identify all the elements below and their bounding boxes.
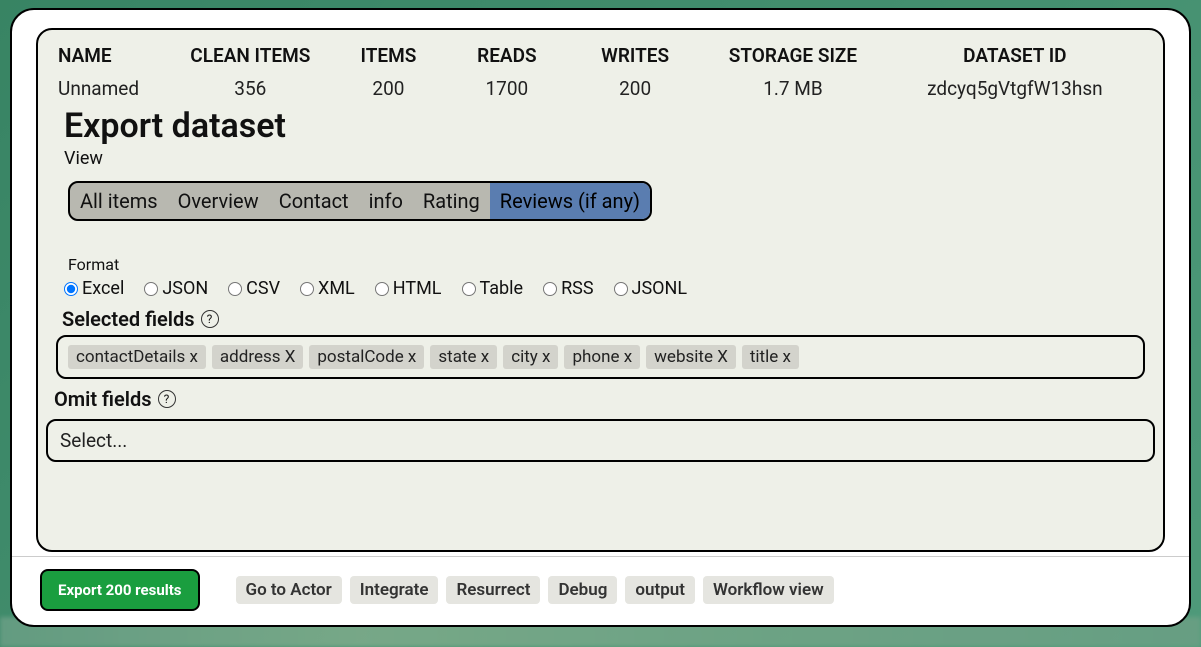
format-jsonl[interactable]: JSONL bbox=[614, 278, 688, 299]
stat-clean-value: 356 bbox=[234, 77, 266, 100]
modal-content: NAME Unnamed CLEAN ITEMS 356 ITEMS 200 R… bbox=[36, 28, 1165, 552]
stat-reads: READS 1700 bbox=[453, 44, 561, 100]
help-icon[interactable]: ? bbox=[158, 390, 176, 408]
format-rss[interactable]: RSS bbox=[543, 278, 593, 299]
omit-fields-label: Omit fields bbox=[54, 387, 152, 411]
tab-reviews[interactable]: Reviews (if any) bbox=[490, 183, 650, 219]
omit-fields-heading: Omit fields ? bbox=[54, 387, 1147, 411]
selected-fields-label: Selected fields bbox=[62, 307, 195, 331]
export-button[interactable]: Export 200 results bbox=[40, 569, 200, 611]
format-rss-label: RSS bbox=[561, 278, 593, 299]
stat-name-label: NAME bbox=[58, 44, 112, 67]
format-excel-label: Excel bbox=[82, 278, 124, 299]
format-json-label: JSON bbox=[162, 278, 208, 299]
format-label: Format bbox=[68, 255, 1147, 274]
workflow-view-button[interactable]: Workflow view bbox=[703, 576, 834, 604]
stat-items-label: ITEMS bbox=[361, 44, 417, 67]
format-jsonl-label: JSONL bbox=[632, 278, 688, 299]
stat-name: NAME Unnamed bbox=[58, 44, 166, 100]
view-tabs: All items Overview Contact info Rating R… bbox=[68, 181, 652, 221]
tab-overview[interactable]: Overview bbox=[168, 183, 269, 219]
integrate-button[interactable]: Integrate bbox=[350, 576, 439, 604]
selected-fields-input[interactable]: contactDetails x address X postalCode x … bbox=[56, 335, 1145, 379]
chip-website[interactable]: website X bbox=[646, 345, 736, 369]
format-excel[interactable]: Excel bbox=[64, 278, 124, 299]
footer-toolbar: Export 200 results Go to Actor Integrate… bbox=[12, 556, 1189, 625]
stat-clean: CLEAN ITEMS 356 bbox=[176, 44, 324, 100]
format-html-label: HTML bbox=[393, 278, 442, 299]
stats-row: NAME Unnamed CLEAN ITEMS 356 ITEMS 200 R… bbox=[54, 44, 1147, 100]
format-csv[interactable]: CSV bbox=[228, 278, 280, 299]
export-modal: NAME Unnamed CLEAN ITEMS 356 ITEMS 200 R… bbox=[10, 8, 1191, 627]
stat-storage-label: STORAGE SIZE bbox=[729, 44, 857, 67]
stat-storage-value: 1.7 MB bbox=[763, 77, 823, 100]
format-xml[interactable]: XML bbox=[300, 278, 355, 299]
stat-dataset-value: zdcyq5gVtgfW13hsn bbox=[927, 77, 1103, 100]
goto-actor-button[interactable]: Go to Actor bbox=[236, 576, 342, 604]
tab-info[interactable]: info bbox=[359, 183, 413, 219]
tab-contact[interactable]: Contact bbox=[269, 183, 359, 219]
stat-items: ITEMS 200 bbox=[334, 44, 442, 100]
omit-fields-select[interactable]: Select... bbox=[46, 419, 1155, 462]
stat-reads-label: READS bbox=[477, 44, 536, 67]
chip-city[interactable]: city x bbox=[503, 345, 558, 369]
chip-state[interactable]: state x bbox=[430, 345, 497, 369]
chip-contact-details[interactable]: contactDetails x bbox=[68, 345, 206, 369]
debug-button[interactable]: Debug bbox=[548, 576, 617, 604]
format-html[interactable]: HTML bbox=[375, 278, 442, 299]
tab-rating[interactable]: Rating bbox=[413, 183, 490, 219]
stat-name-value: Unnamed bbox=[58, 77, 139, 100]
stat-storage: STORAGE SIZE 1.7 MB bbox=[709, 44, 877, 100]
format-json[interactable]: JSON bbox=[144, 278, 208, 299]
chip-phone[interactable]: phone x bbox=[564, 345, 640, 369]
stat-dataset-label: DATASET ID bbox=[963, 44, 1066, 67]
stat-clean-label: CLEAN ITEMS bbox=[190, 44, 310, 67]
format-xml-label: XML bbox=[318, 278, 355, 299]
format-table-label: Table bbox=[480, 278, 524, 299]
output-button[interactable]: output bbox=[625, 576, 695, 604]
stat-items-value: 200 bbox=[372, 77, 404, 100]
stat-dataset: DATASET ID zdcyq5gVtgfW13hsn bbox=[887, 44, 1143, 100]
format-options: Excel JSON CSV XML HTML Table RSS JSONL bbox=[64, 278, 1147, 299]
stat-reads-value: 1700 bbox=[486, 77, 529, 100]
tab-all-items[interactable]: All items bbox=[70, 183, 168, 219]
chip-address[interactable]: address X bbox=[212, 345, 303, 369]
format-csv-label: CSV bbox=[246, 278, 280, 299]
help-icon[interactable]: ? bbox=[201, 310, 219, 328]
stat-writes-value: 200 bbox=[619, 77, 651, 100]
resurrect-button[interactable]: Resurrect bbox=[446, 576, 540, 604]
stat-writes: WRITES 200 bbox=[571, 44, 699, 100]
page-title: Export dataset bbox=[64, 106, 1147, 146]
stat-writes-label: WRITES bbox=[601, 44, 669, 67]
format-table[interactable]: Table bbox=[462, 278, 524, 299]
chip-title[interactable]: title x bbox=[742, 345, 799, 369]
chip-postal-code[interactable]: postalCode x bbox=[309, 345, 424, 369]
view-label: View bbox=[64, 148, 1147, 169]
selected-fields-heading: Selected fields ? bbox=[62, 307, 1147, 331]
